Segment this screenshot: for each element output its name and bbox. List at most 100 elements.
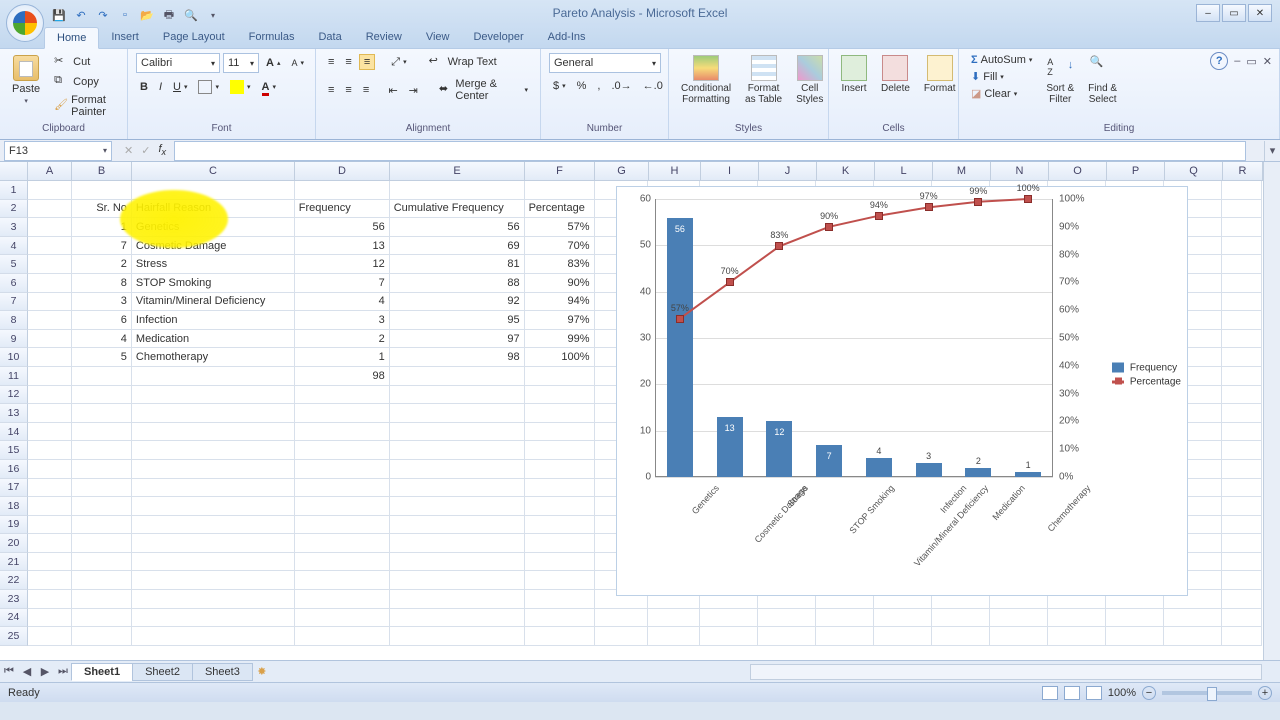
cell[interactable]: Cosmetic Damage	[132, 237, 295, 256]
increase-indent-button[interactable]: ⇥	[405, 83, 422, 98]
cell[interactable]	[1222, 404, 1262, 423]
cell[interactable]	[295, 441, 390, 460]
cell[interactable]	[28, 200, 72, 219]
cell[interactable]	[28, 181, 72, 200]
cell[interactable]	[132, 571, 295, 590]
cell[interactable]	[72, 404, 132, 423]
cell[interactable]	[390, 516, 525, 535]
col-head-H[interactable]: H	[649, 162, 701, 181]
cell[interactable]	[1222, 441, 1262, 460]
cell[interactable]	[932, 627, 990, 646]
row-head-20[interactable]: 20	[0, 534, 28, 553]
cell[interactable]: 97	[390, 330, 525, 349]
cell[interactable]: 90%	[525, 274, 595, 293]
cell[interactable]: 92	[390, 293, 525, 312]
cell[interactable]	[390, 441, 525, 460]
col-head-R[interactable]: R	[1223, 162, 1263, 181]
tab-insert[interactable]: Insert	[99, 27, 151, 49]
tab-nav-prev-icon[interactable]: ◀	[18, 663, 36, 681]
cell[interactable]	[28, 609, 72, 628]
cell[interactable]	[28, 386, 72, 405]
cell[interactable]	[295, 479, 390, 498]
cell[interactable]	[295, 460, 390, 479]
cell[interactable]	[1164, 627, 1222, 646]
cell[interactable]: 95	[390, 311, 525, 330]
cell[interactable]	[72, 497, 132, 516]
row-head-2[interactable]: 2	[0, 200, 28, 219]
cell[interactable]: 4	[72, 330, 132, 349]
cell[interactable]	[132, 590, 295, 609]
cell[interactable]	[525, 627, 595, 646]
cell[interactable]: Cumulative Frequency	[390, 200, 525, 219]
accounting-button[interactable]: $▾	[549, 79, 570, 93]
cell[interactable]	[390, 460, 525, 479]
cell[interactable]	[1222, 479, 1262, 498]
cell[interactable]	[1222, 423, 1262, 442]
qat-quickprint-icon[interactable]: 🖶	[160, 6, 178, 24]
cell[interactable]	[525, 571, 595, 590]
cell[interactable]	[525, 367, 595, 386]
cell[interactable]	[525, 553, 595, 572]
row-head-14[interactable]: 14	[0, 423, 28, 442]
cell[interactable]	[990, 627, 1048, 646]
row-head-6[interactable]: 6	[0, 274, 28, 293]
cell[interactable]	[595, 627, 649, 646]
cancel-formula-icon[interactable]: ✕	[120, 144, 137, 157]
align-top-button[interactable]: ≡	[324, 55, 338, 69]
cell[interactable]	[525, 423, 595, 442]
cell[interactable]	[700, 609, 758, 628]
help-icon[interactable]: ?	[1210, 52, 1228, 70]
name-box[interactable]: F13▾	[4, 141, 112, 161]
cell[interactable]: 6	[72, 311, 132, 330]
cell[interactable]	[525, 404, 595, 423]
cell[interactable]	[700, 627, 758, 646]
cell[interactable]	[28, 516, 72, 535]
vertical-scrollbar[interactable]	[1263, 162, 1280, 660]
insert-cells-button[interactable]: Insert	[837, 53, 871, 96]
cell[interactable]	[390, 571, 525, 590]
row-head-13[interactable]: 13	[0, 404, 28, 423]
qat-customize-icon[interactable]: ▾	[204, 6, 222, 24]
cell[interactable]	[72, 571, 132, 590]
cut-button[interactable]: ✂Cut	[50, 53, 119, 71]
cell-styles-button[interactable]: Cell Styles	[792, 53, 827, 107]
sheet-tab-3[interactable]: Sheet3	[192, 663, 253, 681]
cell[interactable]	[758, 627, 816, 646]
cell[interactable]	[874, 627, 932, 646]
col-head-K[interactable]: K	[817, 162, 875, 181]
cell[interactable]	[1222, 181, 1262, 200]
cell[interactable]	[28, 274, 72, 293]
cell[interactable]	[1222, 627, 1262, 646]
cell[interactable]: 98	[295, 367, 390, 386]
qat-save-icon[interactable]: 💾	[50, 6, 68, 24]
cell[interactable]	[28, 460, 72, 479]
line-marker[interactable]	[974, 198, 982, 206]
cell[interactable]	[72, 627, 132, 646]
cell[interactable]	[132, 553, 295, 572]
select-all-corner[interactable]	[0, 162, 28, 181]
cell[interactable]	[990, 609, 1048, 628]
cell[interactable]	[28, 534, 72, 553]
sort-filter-button[interactable]: AZ↓Sort & Filter	[1042, 53, 1078, 107]
qat-new-icon[interactable]: ▫	[116, 6, 134, 24]
col-head-P[interactable]: P	[1107, 162, 1165, 181]
cell[interactable]	[1222, 200, 1262, 219]
row-head-25[interactable]: 25	[0, 627, 28, 646]
cell[interactable]	[295, 590, 390, 609]
cell[interactable]	[28, 627, 72, 646]
col-head-J[interactable]: J	[759, 162, 817, 181]
cell[interactable]: Medication	[132, 330, 295, 349]
comma-button[interactable]: ,	[593, 79, 604, 93]
cell[interactable]	[758, 609, 816, 628]
qat-preview-icon[interactable]: 🔍	[182, 6, 200, 24]
cell[interactable]	[28, 330, 72, 349]
cell[interactable]	[72, 479, 132, 498]
cell[interactable]	[295, 627, 390, 646]
zoom-slider[interactable]	[1162, 691, 1252, 695]
format-as-table-button[interactable]: Format as Table	[741, 53, 786, 107]
row-head-1[interactable]: 1	[0, 181, 28, 200]
row-head-4[interactable]: 4	[0, 237, 28, 256]
cell[interactable]: 88	[390, 274, 525, 293]
conditional-formatting-button[interactable]: Conditional Formatting	[677, 53, 735, 107]
cell[interactable]	[390, 423, 525, 442]
